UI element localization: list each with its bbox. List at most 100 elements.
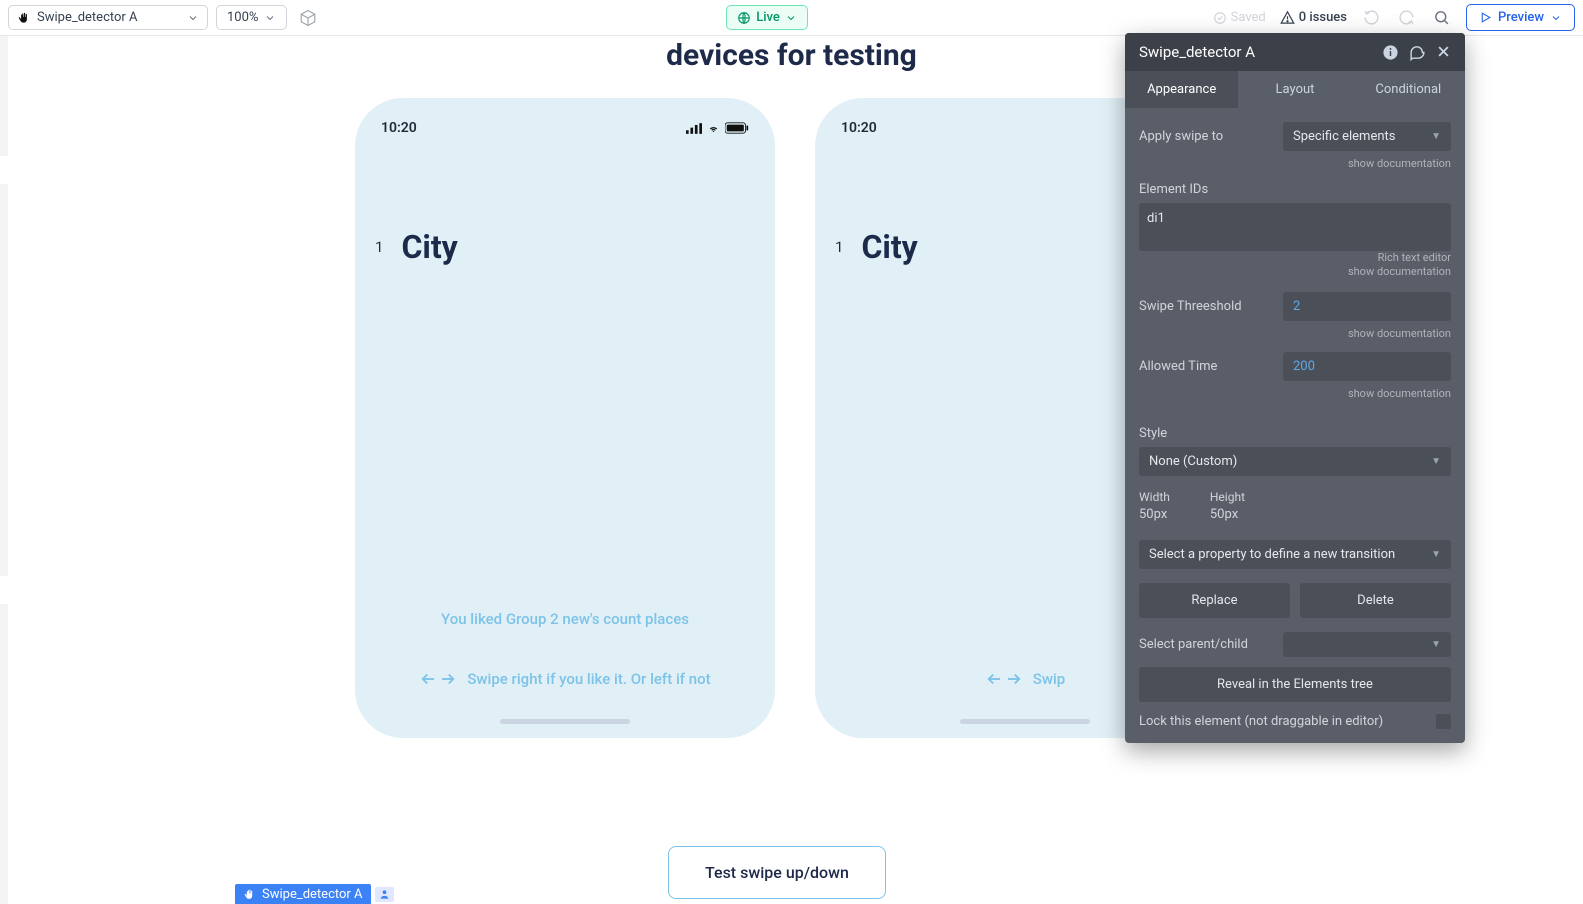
check-circle-icon — [1213, 11, 1227, 25]
toolbar-center: Live — [329, 5, 1204, 30]
page-title: devices for testing — [666, 38, 917, 73]
city-row: 1 City — [375, 228, 755, 266]
select-parent-label: Select parent/child — [1139, 637, 1248, 652]
style-select[interactable]: None (Custom) ▼ — [1139, 447, 1451, 476]
test-swipe-button[interactable]: Test swipe up/down — [668, 846, 886, 899]
city-label: City — [401, 228, 457, 266]
live-status-dropdown[interactable]: Live — [726, 5, 808, 30]
chevron-down-icon — [264, 12, 276, 24]
select-parent-dropdown[interactable]: ▼ — [1283, 632, 1451, 657]
apply-swipe-label: Apply swipe to — [1139, 129, 1223, 144]
warning-triangle-icon — [1280, 10, 1295, 25]
chevron-down-icon — [187, 12, 199, 24]
transition-placeholder: Select a property to define a new transi… — [1149, 547, 1395, 562]
comment-icon[interactable] — [1409, 44, 1426, 61]
left-collapsed-rail[interactable] — [0, 36, 8, 904]
chevron-down-icon: ▼ — [1431, 456, 1441, 467]
style-value: None (Custom) — [1149, 454, 1237, 469]
element-selection-badge[interactable]: Swipe_detector A — [235, 884, 394, 904]
threshold-label: Swipe Threeshold — [1139, 299, 1242, 314]
device-status-icons — [686, 120, 749, 136]
info-icon[interactable] — [1382, 44, 1399, 61]
allowed-time-label: Allowed Time — [1139, 359, 1217, 374]
badge-main[interactable]: Swipe_detector A — [235, 884, 371, 904]
width-label: Width — [1139, 490, 1170, 504]
close-icon[interactable] — [1436, 44, 1451, 61]
globe-icon — [737, 11, 751, 25]
chevron-down-icon: ▼ — [1431, 549, 1441, 560]
badge-person-icon[interactable] — [375, 887, 394, 902]
tab-layout[interactable]: Layout — [1238, 71, 1351, 108]
width-block: Width 50px — [1139, 490, 1170, 522]
preview-button[interactable]: Preview — [1466, 4, 1575, 31]
undo-button[interactable] — [1361, 7, 1382, 28]
device-time: 10:20 — [381, 120, 417, 136]
city-index: 1 — [835, 238, 843, 256]
show-documentation-link[interactable]: show documentation — [1139, 157, 1451, 170]
threshold-row: Swipe Threeshold — [1139, 292, 1451, 321]
redo-button[interactable] — [1396, 7, 1417, 28]
wifi-icon — [706, 123, 721, 134]
properties-panel[interactable]: Swipe_detector A Appearance Layout Condi… — [1125, 33, 1465, 743]
apply-swipe-value: Specific elements — [1293, 129, 1396, 144]
threshold-input[interactable] — [1283, 292, 1451, 321]
city-label: City — [861, 228, 917, 266]
height-label: Height — [1210, 490, 1245, 504]
hand-icon — [243, 888, 256, 901]
panel-body: Apply swipe to Specific elements ▼ show … — [1125, 108, 1465, 743]
element-selector-dropdown[interactable]: Swipe_detector A — [8, 5, 208, 30]
reveal-elements-tree-button[interactable]: Reveal in the Elements tree — [1139, 667, 1451, 702]
battery-icon — [725, 122, 749, 134]
issues-label: 0 issues — [1299, 10, 1347, 25]
allowed-time-input[interactable] — [1283, 352, 1451, 381]
chevron-down-icon: ▼ — [1431, 639, 1441, 650]
style-label: Style — [1139, 426, 1451, 441]
saved-indicator: Saved — [1213, 10, 1266, 25]
issues-button[interactable]: 0 issues — [1280, 10, 1347, 25]
city-index: 1 — [375, 238, 383, 256]
swipe-hint-text: Swipe right if you like it. Or left if n… — [467, 670, 710, 688]
show-documentation-link[interactable]: show documentation — [1139, 327, 1451, 340]
lock-label: Lock this element (not draggable in edit… — [1139, 714, 1383, 729]
device-mockup-1[interactable]: 10:20 1 City You liked Group 2 new's cou… — [355, 98, 775, 738]
device-status-bar: 10:20 — [375, 120, 755, 136]
home-indicator — [500, 719, 630, 724]
select-parent-row: Select parent/child ▼ — [1139, 632, 1451, 657]
zoom-dropdown[interactable]: 100% — [216, 5, 287, 30]
device-time: 10:20 — [841, 120, 877, 136]
apply-swipe-select[interactable]: Specific elements ▼ — [1283, 122, 1451, 151]
replace-button[interactable]: Replace — [1139, 583, 1290, 618]
rich-text-link[interactable]: Rich text editor show documentation — [1139, 251, 1451, 280]
saved-label: Saved — [1231, 10, 1266, 25]
tab-conditional[interactable]: Conditional — [1352, 71, 1465, 108]
panel-tabs: Appearance Layout Conditional — [1125, 71, 1465, 108]
search-button[interactable] — [1431, 7, 1452, 28]
panel-title: Swipe_detector A — [1139, 43, 1255, 61]
badge-label: Swipe_detector A — [262, 887, 363, 902]
allowed-time-row: Allowed Time — [1139, 352, 1451, 381]
show-documentation-link[interactable]: show documentation — [1139, 387, 1451, 400]
panel-header-icons — [1382, 44, 1451, 61]
swipe-arrows-icon — [419, 670, 457, 688]
height-block: Height 50px — [1210, 490, 1245, 522]
chevron-down-icon — [785, 12, 797, 24]
apply-swipe-row: Apply swipe to Specific elements ▼ — [1139, 122, 1451, 151]
swipe-arrows-icon — [985, 670, 1023, 688]
panel-header[interactable]: Swipe_detector A — [1125, 33, 1465, 71]
tab-appearance[interactable]: Appearance — [1125, 71, 1238, 108]
element-ids-input[interactable] — [1139, 203, 1451, 251]
replace-delete-row: Replace Delete — [1139, 583, 1451, 618]
swipe-hint-text: Swip — [1033, 670, 1065, 688]
delete-button[interactable]: Delete — [1300, 583, 1451, 618]
zoom-value: 100% — [227, 10, 258, 25]
lock-checkbox[interactable] — [1436, 714, 1451, 729]
lock-element-row: Lock this element (not draggable in edit… — [1139, 714, 1451, 729]
toolbar-right: Saved 0 issues Preview — [1213, 4, 1575, 31]
dimensions-row: Width 50px Height 50px — [1139, 490, 1451, 522]
cube-icon[interactable] — [295, 5, 321, 31]
transition-select[interactable]: Select a property to define a new transi… — [1139, 540, 1451, 569]
toolbar-left: Swipe_detector A 100% — [8, 5, 321, 31]
hand-icon — [17, 11, 31, 25]
cellular-icon — [686, 123, 702, 134]
play-icon — [1479, 11, 1492, 24]
